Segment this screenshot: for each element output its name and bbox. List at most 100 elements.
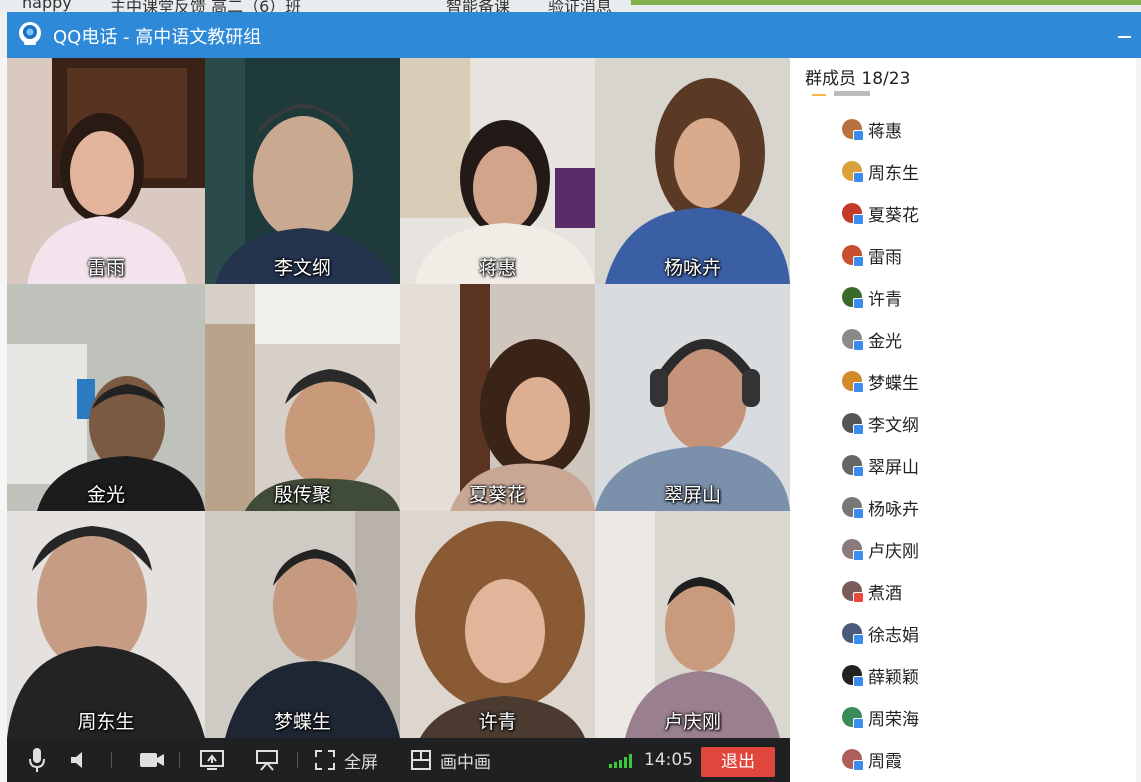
background-edge	[0, 58, 7, 782]
device-status-icon	[853, 550, 864, 561]
picture-in-picture-button[interactable]: 画中画	[411, 746, 491, 774]
window-title: QQ电话 - 高中语文教研组	[53, 27, 262, 48]
video-tile[interactable]: 梦蝶生	[205, 511, 400, 738]
member-name: 雷雨	[868, 247, 902, 268]
member-item[interactable]: 蒋惠	[842, 114, 902, 144]
video-feed	[595, 511, 790, 738]
video-feed	[205, 284, 400, 511]
speaker-icon	[71, 752, 82, 768]
participant-name: 杨咏卉	[663, 257, 721, 279]
avatar	[842, 455, 864, 477]
member-name: 周荣海	[868, 709, 919, 730]
exit-call-button[interactable]: 退出	[701, 747, 775, 777]
video-feed	[7, 511, 205, 738]
member-item[interactable]: 夏葵花	[842, 198, 919, 228]
device-status-icon	[853, 172, 864, 183]
video-feed	[205, 511, 400, 738]
video-tile[interactable]: 殷传聚	[205, 284, 400, 511]
video-tile[interactable]: 李文纲	[205, 58, 400, 284]
camera-icon	[140, 753, 164, 767]
avatar	[842, 287, 864, 309]
fullscreen-icon	[315, 750, 335, 770]
avatar	[842, 161, 864, 183]
video-tile[interactable]: 杨咏卉	[595, 58, 790, 284]
fullscreen-button[interactable]: 全屏	[315, 746, 378, 774]
avatar	[842, 329, 864, 351]
video-tile[interactable]: 翠屏山	[595, 284, 790, 511]
signal-icon	[609, 754, 632, 768]
video-tile[interactable]: 夏葵花	[400, 284, 595, 511]
background-accent	[631, 0, 1141, 5]
participant-name: 许青	[478, 711, 517, 733]
device-status-icon	[853, 718, 864, 729]
video-tile[interactable]: 金光	[7, 284, 205, 511]
device-status-icon	[853, 130, 864, 141]
separator	[111, 752, 112, 768]
participant-name: 金光	[86, 484, 125, 506]
screen-share-button[interactable]	[200, 746, 224, 774]
member-item[interactable]: 李文纲	[842, 408, 919, 438]
member-name: 金光	[868, 331, 902, 352]
screen-share-icon	[200, 750, 224, 770]
separator	[297, 752, 298, 768]
member-item[interactable]: 雷雨	[842, 240, 902, 270]
member-name: 卢庆刚	[868, 541, 919, 562]
fullscreen-label: 全屏	[344, 752, 378, 773]
avatar	[842, 707, 864, 729]
video-tile[interactable]: 卢庆刚	[595, 511, 790, 738]
avatar	[842, 749, 864, 771]
call-time: 14:05	[644, 750, 693, 770]
device-status-icon	[853, 466, 864, 477]
microphone-button[interactable]	[27, 746, 47, 774]
video-feed	[7, 58, 205, 284]
speaker-button[interactable]	[69, 746, 91, 774]
device-status-icon	[853, 214, 864, 225]
participant-name: 蒋惠	[478, 257, 517, 279]
member-item[interactable]: 周霞	[842, 744, 902, 774]
member-name: 李文纲	[868, 415, 919, 436]
participant-name: 殷传聚	[273, 484, 331, 506]
call-toolbar: 全屏 画中画 14:05 退出	[7, 738, 790, 782]
member-item[interactable]: 金光	[842, 324, 902, 354]
avatar	[842, 413, 864, 435]
member-item[interactable]: 许青	[842, 282, 902, 312]
device-status-icon	[853, 760, 864, 771]
avatar	[842, 497, 864, 519]
member-item[interactable]: 徐志娟	[842, 618, 919, 648]
title-bar: QQ电话 - 高中语文教研组	[7, 12, 1141, 58]
member-item[interactable]: 周东生	[842, 156, 919, 186]
member-name: 翠屏山	[868, 457, 919, 478]
participant-name: 周东生	[77, 711, 135, 733]
member-item[interactable]: 卢庆刚	[842, 534, 919, 564]
member-name: 薛颖颖	[868, 667, 919, 688]
member-name: 杨咏卉	[868, 499, 919, 520]
member-name: 蒋惠	[868, 121, 902, 142]
video-feed	[595, 58, 790, 284]
video-feed	[595, 284, 790, 511]
member-item[interactable]: 杨咏卉	[842, 492, 919, 522]
member-item[interactable]: 梦蝶生	[842, 366, 919, 396]
participant-name: 卢庆刚	[663, 711, 721, 733]
participant-name: 翠屏山	[663, 484, 721, 506]
camera-button[interactable]	[139, 746, 165, 774]
video-feed	[205, 58, 400, 284]
whiteboard-button[interactable]	[255, 746, 279, 774]
member-name: 梦蝶生	[868, 373, 919, 394]
background-text: 主中课堂反馈 高二（6）班	[110, 0, 302, 12]
video-tile[interactable]: 雷雨	[7, 58, 205, 284]
participant-name: 李文纲	[273, 257, 331, 279]
video-tile[interactable]: 周东生	[7, 511, 205, 738]
picture-in-picture-label: 画中画	[440, 752, 491, 773]
member-item[interactable]: 煮酒	[842, 576, 902, 606]
participant-name: 雷雨	[86, 257, 125, 279]
avatar	[842, 203, 864, 225]
minimize-button[interactable]	[1118, 36, 1131, 38]
participant-name: 梦蝶生	[273, 711, 331, 733]
avatar	[842, 665, 864, 687]
member-item[interactable]: 薛颖颖	[842, 660, 919, 690]
video-tile[interactable]: 许青	[400, 511, 595, 738]
member-list-scrollbar[interactable]	[1136, 58, 1141, 782]
member-item[interactable]: 翠屏山	[842, 450, 919, 480]
member-item[interactable]: 周荣海	[842, 702, 919, 732]
video-tile[interactable]: 蒋惠	[400, 58, 595, 284]
